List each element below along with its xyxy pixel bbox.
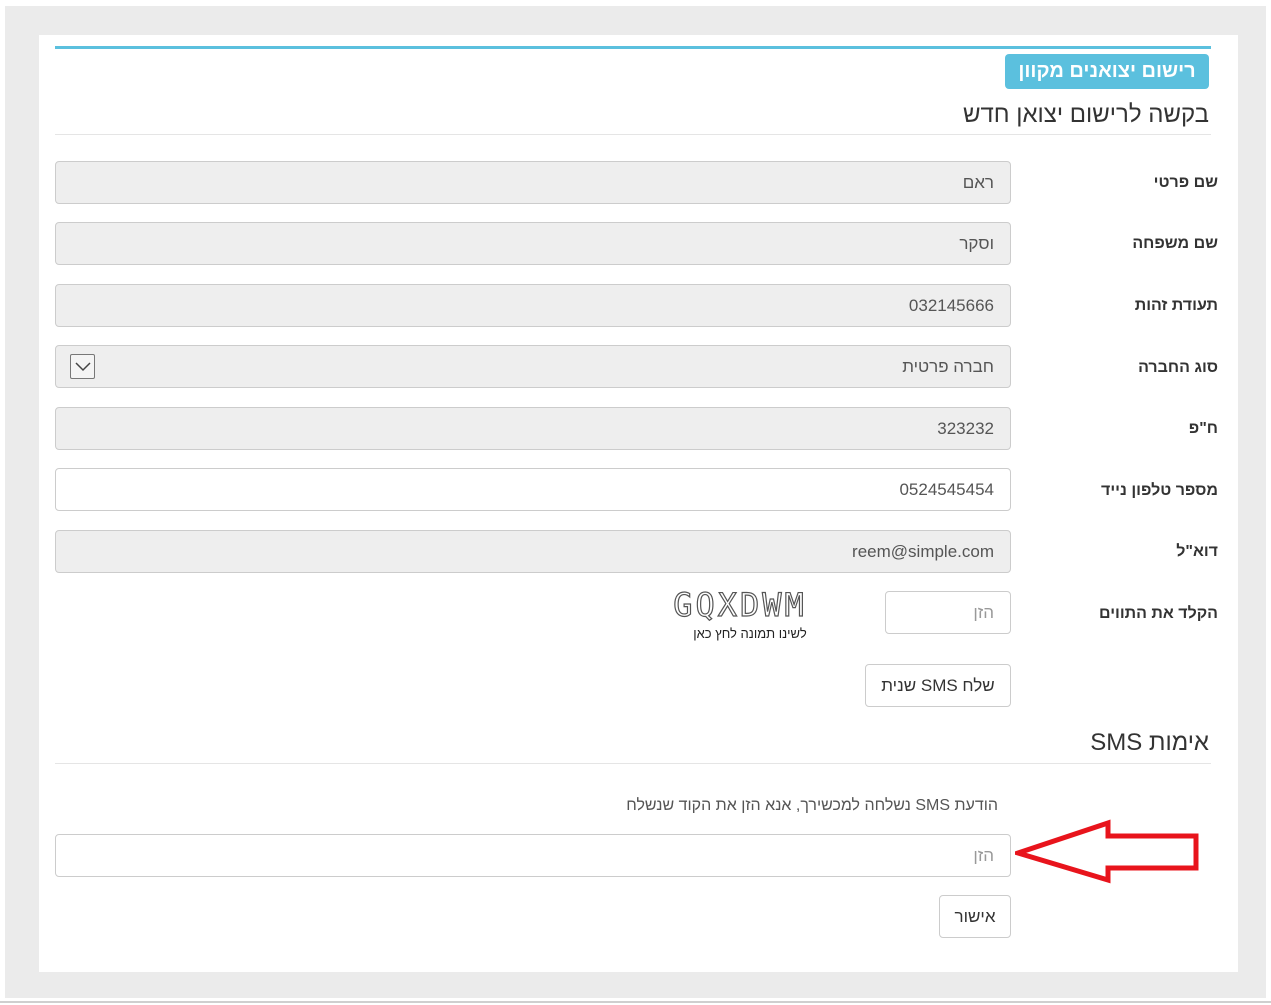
email-label: דוא"ל bbox=[1176, 543, 1218, 560]
mobile-label: מספר טלפון נייד bbox=[1101, 482, 1218, 499]
resend-sms-button[interactable]: שלח SMS שנית bbox=[865, 664, 1011, 707]
app-title-badge: רישום יצואנים מקוון bbox=[1005, 54, 1209, 89]
captcha-input[interactable]: הזן bbox=[885, 591, 1011, 634]
company-type-select[interactable]: חברה פרטית bbox=[55, 345, 1011, 388]
company-id-label: ח"פ bbox=[1188, 420, 1218, 437]
chevron-down-icon[interactable] bbox=[70, 354, 95, 379]
title-divider bbox=[55, 134, 1211, 135]
first-name-label: שם פרטי bbox=[1153, 174, 1218, 191]
mobile-field[interactable]: 0524545454 bbox=[55, 468, 1011, 511]
sms-section-title: אימות SMS bbox=[1090, 729, 1209, 756]
email-field[interactable]: reem@simple.com bbox=[55, 530, 1011, 573]
captcha-refresh-link[interactable]: לשינו תמונה לחץ כאן bbox=[650, 626, 850, 641]
panel-top-rule bbox=[55, 46, 1211, 49]
last-name-label: שם משפחה bbox=[1132, 235, 1218, 252]
captcha-image[interactable]: GQXDWM bbox=[652, 585, 828, 624]
first-name-field[interactable]: ראם bbox=[55, 161, 1011, 204]
last-name-field[interactable]: וסקר bbox=[55, 222, 1011, 265]
confirm-button[interactable]: אישור bbox=[939, 895, 1011, 938]
id-number-label: תעודת זהות bbox=[1134, 297, 1218, 314]
captcha-label: הקלד את התווים bbox=[1098, 605, 1218, 622]
company-id-field[interactable]: 323232 bbox=[55, 407, 1011, 450]
company-type-value: חברה פרטית bbox=[902, 357, 994, 376]
sms-code-input[interactable]: הזן bbox=[55, 834, 1011, 877]
sms-section-divider bbox=[55, 763, 1211, 764]
sms-sent-message: הודעת SMS נשלחה למכשירך, אנא הזן את הקוד… bbox=[626, 797, 998, 814]
bottom-divider bbox=[0, 1001, 1271, 1003]
company-type-label: סוג החברה bbox=[1138, 359, 1218, 376]
page-title: בקשה לרישום יצואן חדש bbox=[962, 101, 1209, 128]
id-number-field[interactable]: 032145666 bbox=[55, 284, 1011, 327]
annotation-arrow-icon bbox=[1015, 819, 1199, 884]
